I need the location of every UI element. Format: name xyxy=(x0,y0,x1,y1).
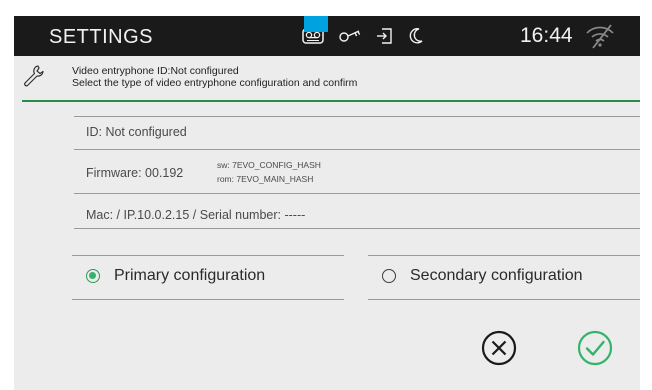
config-header: Video entryphone ID:Not configured Selec… xyxy=(14,56,640,100)
firmware-value: Firmware: 00.192 xyxy=(86,166,184,180)
option-divider xyxy=(368,255,640,256)
divider xyxy=(74,149,640,150)
option-divider xyxy=(72,255,344,256)
primary-radio[interactable] xyxy=(86,269,100,283)
sw-hash: sw: 7EVO_CONFIG_HASH xyxy=(217,160,321,170)
option-divider xyxy=(72,299,344,300)
moon-icon xyxy=(408,27,424,45)
cancel-button[interactable] xyxy=(480,329,518,372)
network-info: Mac: / IP.10.0.2.15 / Serial number: ---… xyxy=(86,208,306,222)
confirm-button[interactable] xyxy=(576,329,614,372)
primary-configuration-label: Primary configuration xyxy=(114,267,266,284)
divider xyxy=(74,193,640,194)
door-exit-icon xyxy=(376,27,394,45)
secondary-configuration-label: Secondary configuration xyxy=(410,267,583,284)
primary-configuration-option[interactable]: Primary configuration xyxy=(86,267,265,285)
rom-hash: rom: 7EVO_MAIN_HASH xyxy=(217,174,314,184)
wrench-icon xyxy=(22,64,44,93)
page-title: SETTINGS xyxy=(49,26,154,48)
secondary-radio[interactable] xyxy=(382,269,396,283)
option-divider xyxy=(368,299,640,300)
top-indicator xyxy=(304,16,328,32)
secondary-configuration-option[interactable]: Secondary configuration xyxy=(382,267,583,285)
divider xyxy=(74,228,640,229)
clock: 16:44 xyxy=(520,24,573,47)
key-icon xyxy=(338,28,362,44)
wifi-off-icon xyxy=(584,23,616,54)
id-value: ID: Not configured xyxy=(86,125,187,139)
entryphone-status: Video entryphone ID:Not configured xyxy=(72,65,239,77)
header-divider xyxy=(22,100,640,102)
instruction-text: Select the type of video entryphone conf… xyxy=(72,77,358,89)
divider xyxy=(74,116,640,117)
cancel-icon xyxy=(480,330,518,371)
settings-screen: SETTINGS 16:44 Video entryphone ID:Not c… xyxy=(14,16,640,390)
confirm-check-icon xyxy=(576,330,614,371)
